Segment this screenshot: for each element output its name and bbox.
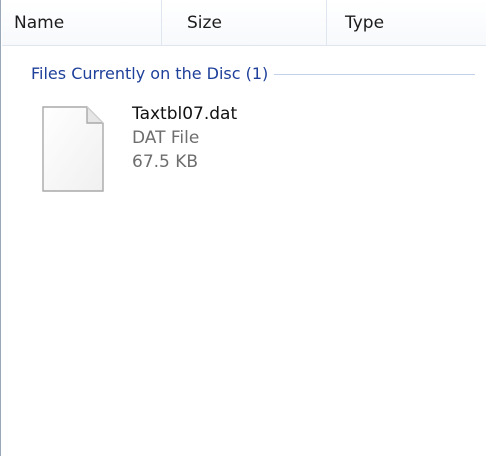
group-title: Files Currently on the Disc (1) xyxy=(31,64,269,83)
file-size: 67.5 KB xyxy=(132,152,199,172)
file-details: Taxtbl07.dat DAT File 67.5 KB xyxy=(132,102,237,174)
group-header[interactable]: Files Currently on the Disc (1) xyxy=(31,63,481,85)
column-header-type[interactable]: Type xyxy=(327,0,486,46)
generic-file-icon xyxy=(41,106,105,192)
group-divider xyxy=(274,73,475,75)
file-list-pane: Name Size Type Files Currently on the Di… xyxy=(0,0,486,456)
column-header-bar: Name Size Type xyxy=(2,0,486,46)
column-header-name[interactable]: Name xyxy=(2,0,162,46)
file-name: Taxtbl07.dat xyxy=(132,104,238,124)
column-header-size[interactable]: Size xyxy=(162,0,327,46)
file-item[interactable]: Taxtbl07.dat DAT File 67.5 KB xyxy=(31,96,331,206)
file-type: DAT File xyxy=(132,128,200,148)
